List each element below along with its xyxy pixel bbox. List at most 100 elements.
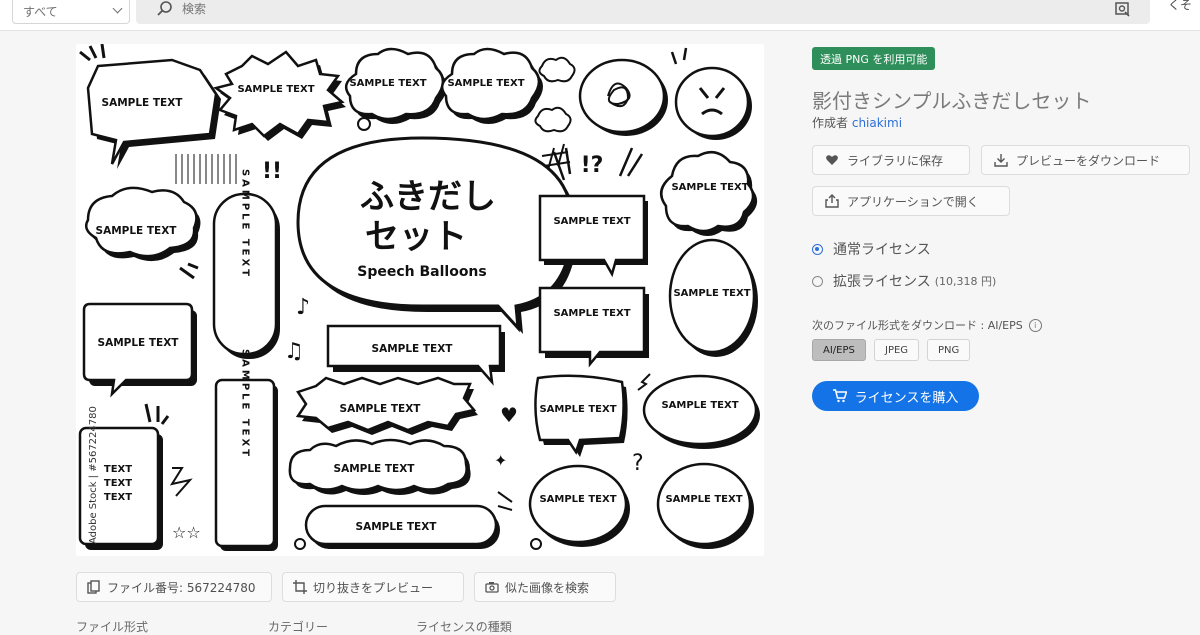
search-scope-label: すべて [23, 5, 58, 19]
radio-selected-icon[interactable] [812, 243, 823, 255]
emphasis-lines [670, 47, 688, 65]
buy-license-label: ライセンスを購入 [854, 390, 959, 406]
balloon-cloud-left: SAMPLE TEXT [85, 186, 201, 262]
angry-balloon [674, 66, 752, 140]
camera-icon [485, 582, 499, 593]
copy-icon [87, 580, 100, 594]
stripe-decoration [175, 154, 237, 184]
balloon-text: SAMPLE TEXT [553, 216, 630, 227]
vertical-text: SAMPLE TEXT [240, 349, 251, 459]
music-note: ♫ [284, 339, 304, 364]
visual-search-icon[interactable] [1114, 0, 1132, 18]
balloon-text: SAMPLE TEXT [661, 400, 738, 411]
balloon-text: SAMPLE TEXT [539, 404, 616, 415]
stock-image-preview[interactable]: SAMPLE TEXT SAMPLE TEXT SAMPLE TEXT SAMP… [76, 44, 764, 556]
transparent-png-badge: 透過 PNG を利用可能 [812, 47, 936, 70]
format-prompt-label: 次のファイル形式をダウンロード : AI/EPS [812, 319, 1023, 332]
balloon-text: SAMPLE TEXT [372, 343, 454, 355]
search-scope-dropdown[interactable]: すべて [12, 0, 130, 24]
balloon-octagon: SAMPLE TEXT [86, 58, 221, 169]
balloon-vertical-2: SAMPLE TEXT [214, 349, 278, 551]
small-cloud [534, 106, 572, 133]
exclamation-mark: !! [262, 159, 282, 184]
author-link[interactable]: chiakimi [852, 116, 902, 130]
balloon-text: SAMPLE TEXT [665, 494, 742, 505]
license-standard-option[interactable]: 通常ライセンス [812, 239, 931, 259]
balloon-text: SAMPLE TEXT [553, 308, 630, 319]
save-to-library-button[interactable]: ライブラリに保存 [812, 145, 970, 175]
emphasis-lines [179, 262, 199, 280]
balloon-round-bottom-2: SAMPLE TEXT [656, 462, 754, 549]
chevron-down-icon [112, 3, 123, 14]
download-preview-label: プレビューをダウンロード [1016, 153, 1161, 168]
title-en: Speech Balloons [357, 264, 487, 280]
balloon-text: SAMPLE TEXT [356, 521, 438, 533]
format-aieps-button[interactable]: AI/EPS [812, 339, 866, 361]
format-jpeg-button[interactable]: JPEG [874, 339, 920, 361]
emphasis-lines [497, 491, 513, 511]
open-in-app-button[interactable]: アプリケーションで開く [812, 186, 1010, 216]
top-search-bar: すべて くそ [0, 0, 1200, 31]
question-mark: ? [632, 451, 644, 476]
balloon-rect-2: SAMPLE TEXT [538, 286, 649, 368]
heart-doodle: ♥ [500, 403, 518, 427]
header-right-link[interactable]: くそ [1168, 0, 1192, 13]
crop-preview-button[interactable]: 切り抜きをプレビュー [282, 572, 464, 602]
balloon-oval-tall: SAMPLE TEXT [668, 238, 758, 357]
search-box [136, 0, 1150, 24]
multi-text-line: TEXT [104, 464, 132, 475]
balloon-ellipse-right: SAMPLE TEXT [642, 374, 760, 449]
balloon-text: SAMPLE TEXT [334, 463, 416, 475]
meta-heading-format: ファイル形式 [76, 620, 149, 634]
share-icon [825, 194, 839, 208]
multi-text-line: TEXT [104, 478, 132, 489]
balloon-rect-1: SAMPLE TEXT [538, 194, 648, 278]
author-line: 作成者 chiakimi [812, 114, 902, 131]
download-preview-button[interactable]: プレビューをダウンロード [981, 145, 1190, 175]
star-doodle: ☆☆ [172, 523, 201, 542]
cart-icon [832, 389, 847, 403]
balloon-text: SAMPLE TEXT [96, 225, 178, 237]
zigzag-doodle [637, 373, 651, 391]
search-input[interactable] [182, 0, 982, 18]
file-number-button[interactable]: ファイル番号: 567224780 [76, 572, 272, 602]
speech-balloon-illustration: SAMPLE TEXT SAMPLE TEXT SAMPLE TEXT SAMP… [78, 44, 760, 551]
title-jp-line2: セット [365, 217, 467, 257]
author-prefix: 作成者 [812, 116, 849, 130]
balloon-long-1: SAMPLE TEXT [326, 324, 505, 386]
crop-icon [293, 580, 307, 594]
small-cloud [538, 56, 576, 83]
balloon-wavy-rect: SAMPLE TEXT [534, 374, 628, 457]
balloon-text: SAMPLE TEXT [539, 494, 616, 505]
lightning-doodle [169, 467, 193, 497]
balloon-rect-left: SAMPLE TEXT [82, 302, 197, 398]
balloon-spiky-top: SAMPLE TEXT [213, 50, 346, 141]
info-icon[interactable]: i [1028, 318, 1042, 332]
balloon-text: SAMPLE TEXT [447, 78, 524, 89]
download-icon [994, 154, 1008, 167]
find-similar-button[interactable]: 似た画像を検索 [474, 572, 616, 602]
asset-title: 影付きシンプルふきだしセット [812, 89, 1092, 113]
meta-heading-category: カテゴリー [268, 620, 329, 634]
balloon-vertical-1: SAMPLE TEXT [212, 169, 280, 359]
open-in-app-label: アプリケーションで開く [847, 194, 979, 209]
buy-license-button[interactable]: ライセンスを購入 [812, 381, 979, 411]
format-png-button[interactable]: PNG [927, 339, 971, 361]
find-similar-label: 似た画像を検索 [505, 580, 590, 595]
emphasis-lines [144, 403, 170, 425]
license-extended-option[interactable]: 拡張ライセンス (10,318 円) [812, 271, 996, 291]
balloon-text: SAMPLE TEXT [349, 78, 426, 89]
license-extended-label: 拡張ライセンス [833, 274, 931, 290]
meta-heading-license: ライセンスの種類 [416, 620, 512, 634]
license-standard-label: 通常ライセンス [833, 242, 931, 258]
crop-preview-label: 切り抜きをプレビュー [313, 580, 434, 595]
balloon-cloud-right: SAMPLE TEXT [659, 150, 758, 236]
heart-icon [826, 155, 838, 165]
balloon-text: SAMPLE TEXT [673, 288, 750, 299]
format-prompt: 次のファイル形式をダウンロード : AI/EPS i [812, 317, 1042, 333]
search-icon [157, 1, 172, 16]
scribble-balloon [578, 58, 668, 136]
radio-unselected-icon[interactable] [812, 275, 823, 287]
multi-text-line: TEXT [104, 492, 132, 503]
title-jp-line1: ふきだし [360, 177, 496, 217]
